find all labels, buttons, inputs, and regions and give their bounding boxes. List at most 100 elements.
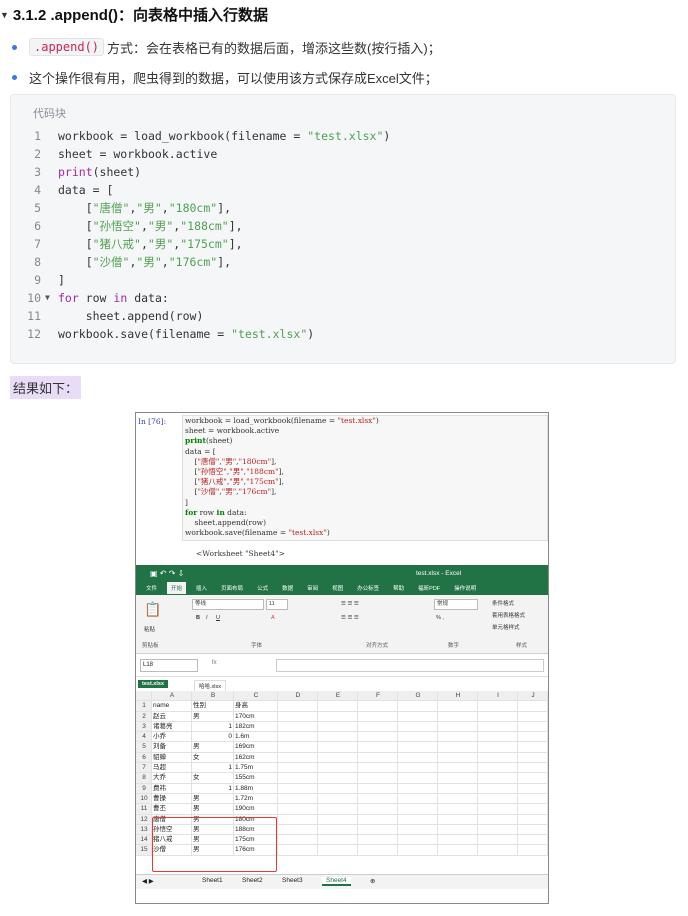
sheet-cell[interactable] bbox=[518, 763, 548, 774]
sheet-cell[interactable] bbox=[278, 732, 318, 743]
sheet-cell[interactable]: 162cm bbox=[234, 752, 278, 764]
sheet-cell[interactable] bbox=[318, 804, 358, 815]
sheet-cell[interactable] bbox=[398, 721, 438, 733]
font-color-icon[interactable]: A bbox=[271, 615, 275, 621]
sheet-cell[interactable] bbox=[438, 773, 478, 784]
row-header[interactable]: 1 bbox=[136, 701, 152, 712]
column-header[interactable]: I bbox=[478, 691, 518, 702]
font-name-select[interactable]: 等线 bbox=[192, 599, 264, 610]
sheet-cell[interactable]: 性别 bbox=[192, 701, 234, 712]
sheet-cell[interactable]: 1 bbox=[192, 783, 234, 794]
ribbon-tab[interactable]: 开始 bbox=[167, 582, 187, 594]
cell-style-button[interactable]: 单元格样式 bbox=[492, 623, 520, 631]
percent-icon[interactable]: % , bbox=[436, 615, 444, 621]
fold-toggle-icon[interactable]: ▼ bbox=[45, 289, 53, 307]
column-header[interactable]: J bbox=[518, 691, 548, 702]
sheet-cell[interactable] bbox=[358, 773, 398, 784]
ribbon-tab[interactable]: 文件 bbox=[146, 584, 157, 592]
sheet-cell[interactable] bbox=[518, 804, 548, 815]
sheet-cell[interactable] bbox=[398, 845, 438, 856]
sheet-cell[interactable] bbox=[318, 742, 358, 753]
sheet-cell[interactable] bbox=[358, 763, 398, 774]
row-header[interactable]: 2 bbox=[136, 711, 152, 722]
sheet-cell[interactable] bbox=[318, 783, 358, 794]
sheet-cell[interactable]: 1.6m bbox=[234, 732, 278, 743]
align-icon[interactable]: ☰ ☰ ☰ bbox=[341, 601, 359, 607]
sheet-cell[interactable]: name bbox=[152, 701, 192, 712]
sheet-cell[interactable]: 155cm bbox=[234, 773, 278, 784]
formula-input[interactable] bbox=[276, 659, 544, 672]
fx-icon[interactable]: fx bbox=[212, 660, 217, 666]
number-format-select[interactable]: 常规 bbox=[434, 599, 478, 610]
sheet-cell[interactable] bbox=[478, 814, 518, 825]
sheet-cell[interactable] bbox=[438, 763, 478, 774]
sheet-cell[interactable] bbox=[478, 721, 518, 733]
sheet-cell[interactable]: 诸葛亮 bbox=[152, 721, 192, 733]
sheet-cell[interactable] bbox=[518, 752, 548, 764]
font-size-select[interactable]: 11 bbox=[266, 599, 288, 610]
sheet-cell[interactable]: 曹丕 bbox=[152, 804, 192, 815]
sheet-cell[interactable]: 女 bbox=[192, 752, 234, 764]
table-format-button[interactable]: 套用表格格式 bbox=[492, 611, 525, 619]
row-header[interactable]: 14 bbox=[136, 835, 152, 846]
sheet-cell[interactable]: 男 bbox=[192, 793, 234, 805]
sheet-cell[interactable] bbox=[398, 742, 438, 753]
sheet-cell[interactable] bbox=[358, 804, 398, 815]
column-header[interactable]: D bbox=[278, 691, 318, 702]
align-bottom-icon[interactable]: ☰ ☰ ☰ bbox=[341, 615, 359, 621]
sheet-cell[interactable] bbox=[358, 721, 398, 733]
workbook-tab-active[interactable]: test.xlsx bbox=[138, 680, 169, 688]
sheet-cell[interactable]: 费祎 bbox=[152, 783, 192, 794]
sheet-cell[interactable] bbox=[438, 711, 478, 722]
sheet-cell[interactable] bbox=[278, 721, 318, 733]
sheet-cell[interactable] bbox=[518, 845, 548, 856]
sheet-cell[interactable] bbox=[398, 793, 438, 805]
sheet-cell[interactable]: 190cm bbox=[234, 804, 278, 815]
sheet-cell[interactable] bbox=[358, 793, 398, 805]
ribbon-tab[interactable]: 公式 bbox=[257, 584, 268, 592]
sheet-cell[interactable]: 赵云 bbox=[152, 711, 192, 722]
sheet-cell[interactable] bbox=[438, 721, 478, 733]
sheet-cell[interactable] bbox=[318, 763, 358, 774]
sheet-cell[interactable] bbox=[278, 701, 318, 712]
sheet-cell[interactable] bbox=[398, 773, 438, 784]
sheet-cell[interactable] bbox=[438, 742, 478, 753]
sheet-cell[interactable] bbox=[478, 763, 518, 774]
sheet-cell[interactable] bbox=[278, 752, 318, 764]
select-all-corner[interactable] bbox=[136, 691, 152, 702]
sheet-cell[interactable] bbox=[278, 773, 318, 784]
row-header[interactable]: 15 bbox=[136, 845, 152, 856]
column-header[interactable]: H bbox=[438, 691, 478, 702]
column-header[interactable]: C bbox=[234, 691, 278, 702]
sheet-cell[interactable] bbox=[278, 804, 318, 815]
sheet-cell[interactable] bbox=[318, 732, 358, 743]
sheet-cell[interactable] bbox=[438, 814, 478, 825]
sheet-cell[interactable] bbox=[398, 701, 438, 712]
sheet-cell[interactable] bbox=[358, 814, 398, 825]
sheet-cell[interactable] bbox=[438, 804, 478, 815]
sheet-cell[interactable] bbox=[358, 835, 398, 846]
italic-icon[interactable]: I bbox=[206, 615, 208, 621]
sheet-cell[interactable]: 1.75m bbox=[234, 763, 278, 774]
sheet-cell[interactable] bbox=[438, 732, 478, 743]
column-header[interactable]: E bbox=[318, 691, 358, 702]
sheet-cell[interactable] bbox=[438, 793, 478, 805]
name-box[interactable]: L18 bbox=[140, 659, 198, 672]
sheet-cell[interactable] bbox=[438, 845, 478, 856]
sheet-cell[interactable] bbox=[318, 721, 358, 733]
sheet-tab[interactable]: Sheet4 bbox=[322, 877, 351, 886]
ribbon-tab[interactable]: 插入 bbox=[196, 584, 207, 592]
sheet-cell[interactable] bbox=[518, 793, 548, 805]
sheet-cell[interactable] bbox=[278, 845, 318, 856]
sheet-cell[interactable] bbox=[278, 783, 318, 794]
sheet-cell[interactable] bbox=[438, 824, 478, 836]
ribbon-tab[interactable]: 操作说明 bbox=[454, 584, 476, 592]
sheet-cell[interactable]: 1.88m bbox=[234, 783, 278, 794]
sheet-cell[interactable]: 女 bbox=[192, 773, 234, 784]
sheet-cell[interactable] bbox=[318, 793, 358, 805]
sheet-cell[interactable] bbox=[398, 763, 438, 774]
sheet-cell[interactable] bbox=[318, 814, 358, 825]
sheet-cell[interactable]: 貂蝉 bbox=[152, 752, 192, 764]
sheet-cell[interactable] bbox=[478, 824, 518, 836]
sheet-cell[interactable] bbox=[398, 835, 438, 846]
